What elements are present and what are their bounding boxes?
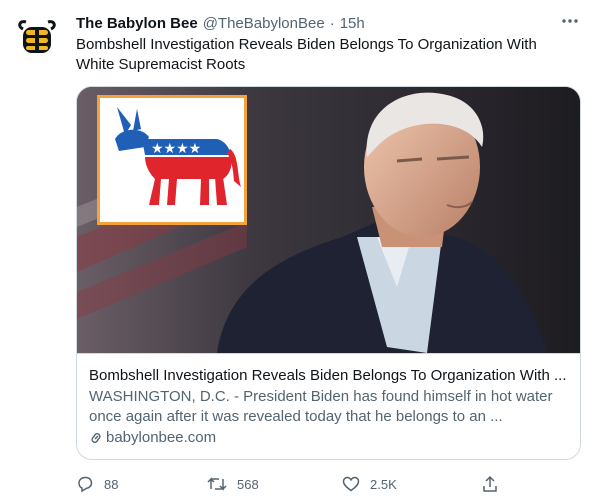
- author-name[interactable]: The Babylon Bee: [76, 15, 198, 32]
- tweet-header: The Babylon Bee @TheBabylonBee · 15h: [76, 13, 584, 33]
- action-bar: 88 568 2.5K: [76, 470, 506, 498]
- separator: ·: [329, 14, 335, 32]
- card-domain: babylonbee.com: [89, 428, 568, 448]
- donkey-logo: ★★★★: [97, 95, 247, 225]
- retweet-button[interactable]: 568: [207, 475, 259, 493]
- timestamp[interactable]: 15h: [340, 15, 365, 32]
- retweet-count: 568: [237, 476, 259, 492]
- avatar[interactable]: [14, 12, 60, 58]
- reply-button[interactable]: 88: [76, 475, 118, 493]
- like-count: 2.5K: [370, 476, 397, 492]
- card-description: WASHINGTON, D.C. - President Biden has f…: [89, 388, 553, 425]
- author-handle[interactable]: @TheBabylonBee: [203, 15, 325, 32]
- tweet-text: Bombshell Investigation Reveals Biden Be…: [76, 36, 537, 73]
- like-button[interactable]: 2.5K: [342, 475, 397, 493]
- babylon-bee-logo: [18, 20, 56, 53]
- reply-count: 88: [104, 476, 119, 492]
- reply-icon: [78, 476, 93, 493]
- card-domain-text: babylonbee.com: [106, 429, 217, 446]
- retweet-icon: [207, 477, 227, 491]
- svg-text:★★★★: ★★★★: [151, 141, 201, 157]
- share-icon: [483, 475, 497, 492]
- more-options-button[interactable]: [558, 9, 582, 33]
- like-icon: [342, 476, 360, 492]
- card-body[interactable]: Bombshell Investigation Reveals Biden Be…: [77, 353, 580, 459]
- card-title: Bombshell Investigation Reveals Biden Be…: [89, 367, 567, 384]
- more-icon: [562, 19, 578, 23]
- share-button[interactable]: [481, 475, 499, 493]
- link-card[interactable]: ★★★★ Bombshell Investigation Reveals Bid…: [76, 86, 581, 460]
- link-icon: [91, 432, 101, 444]
- card-image[interactable]: ★★★★: [77, 87, 580, 353]
